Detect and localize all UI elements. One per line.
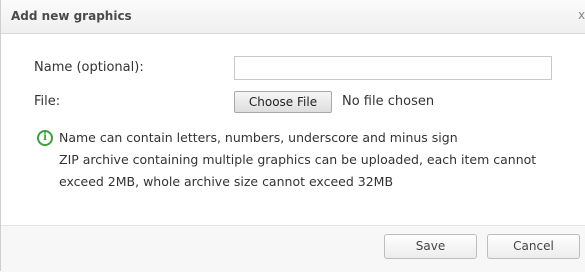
choose-file-button[interactable]: Choose File: [234, 91, 332, 113]
name-label: Name (optional):: [34, 60, 144, 75]
file-label: File:: [34, 94, 61, 109]
name-input[interactable]: [234, 56, 552, 80]
dialog-titlebar: Add new graphics x: [1, 0, 585, 34]
dialog-title: Add new graphics: [11, 9, 132, 23]
info-line-name-rules: Name can contain letters, numbers, under…: [59, 130, 458, 145]
cancel-button[interactable]: Cancel: [487, 234, 580, 259]
save-button[interactable]: Save: [384, 234, 477, 259]
add-graphics-dialog: Add new graphics x Name (optional): File…: [0, 0, 585, 272]
close-icon[interactable]: x: [578, 8, 585, 22]
info-text: Name can contain letters, numbers, under…: [36, 127, 584, 193]
no-file-text: No file chosen: [342, 94, 435, 109]
info-line-zip-rules: ZIP archive containing multiple graphics…: [59, 152, 537, 189]
